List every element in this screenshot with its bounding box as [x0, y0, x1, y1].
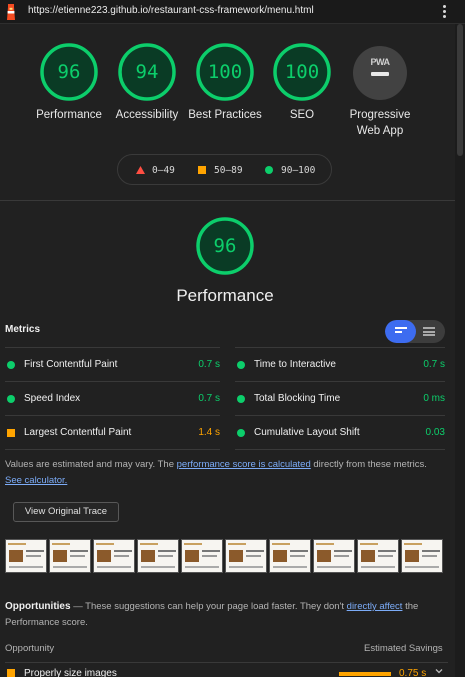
filmstrip-frame: [357, 539, 399, 573]
dash: —: [70, 601, 86, 612]
gauge-score: 100: [207, 61, 243, 83]
pass-circle-icon: [7, 395, 15, 403]
pass-circle-icon: [237, 395, 245, 403]
filmstrip-frame: [5, 539, 47, 573]
url-bar: https://etienne223.github.io/restaurant-…: [0, 0, 465, 24]
filmstrip-frame: [181, 539, 223, 573]
more-options-icon[interactable]: [439, 3, 449, 21]
pass-circle-icon: [7, 361, 15, 369]
metric-name: Speed Index: [24, 393, 81, 404]
metric-item: Speed Index 0.7 s: [5, 382, 220, 416]
average-square-icon: [7, 669, 15, 677]
scrollbar[interactable]: [455, 24, 465, 677]
metrics-view-toggle[interactable]: [385, 320, 445, 343]
page-url[interactable]: https://etienne223.github.io/restaurant-…: [28, 5, 314, 16]
legend-pass: 90–100: [281, 165, 316, 176]
metric-value: 0 ms: [423, 393, 445, 404]
lighthouse-icon: [7, 4, 15, 20]
metric-value: 0.7 s: [198, 393, 220, 404]
opportunity-savings: 0.75 s: [399, 668, 427, 677]
filmstrip-frame: [137, 539, 179, 573]
filmstrip-frame: [401, 539, 443, 573]
score-legend: 0–49 50–89 90–100: [117, 154, 332, 185]
filmstrip-frame: [93, 539, 135, 573]
fail-triangle-icon: [136, 166, 145, 174]
opportunities-title: Opportunities: [5, 601, 71, 612]
metric-name: First Contentful Paint: [24, 359, 118, 370]
metric-item: Time to Interactive 0.7 s: [235, 348, 445, 382]
metric-value: 0.7 s: [198, 359, 220, 370]
summary-view-icon[interactable]: [395, 327, 407, 336]
opportunity-row[interactable]: Properly size images 0.75 s: [5, 662, 448, 677]
see-calculator-link[interactable]: See calculator.: [5, 475, 67, 486]
note-text: directly from these metrics.: [310, 459, 427, 470]
metric-divider: [5, 449, 220, 450]
metric-value: 0.03: [425, 427, 445, 438]
metric-item: Largest Contentful Paint 1.4 s: [5, 416, 220, 450]
metric-name: Cumulative Layout Shift: [254, 427, 360, 438]
filmstrip-frame: [313, 539, 355, 573]
expanded-view-icon[interactable]: [423, 327, 435, 336]
note-text: Values are estimated and may vary. The: [5, 459, 177, 470]
gauge-label: SEO: [289, 109, 315, 121]
metric-name: Total Blocking Time: [254, 393, 341, 404]
savings-bar: [339, 672, 391, 676]
filmstrip-frame: [225, 539, 267, 573]
metric-value: 0.7 s: [423, 359, 445, 370]
gauge-label: Best Practices: [188, 109, 262, 121]
metric-item: Cumulative Layout Shift 0.03: [235, 416, 445, 450]
metric-value: 1.4 s: [198, 427, 220, 438]
filmstrip-frame: [269, 539, 311, 573]
gauge-score: 94: [135, 61, 159, 83]
opportunity-name: Properly size images: [24, 668, 117, 677]
gauge-score: 100: [284, 61, 320, 83]
gauge-label: Progressive Web App: [349, 109, 411, 137]
savings-column-header: Estimated Savings: [364, 643, 443, 654]
section-divider: [0, 200, 455, 201]
pass-circle-icon: [237, 429, 245, 437]
gauge-label: Accessibility: [115, 109, 179, 121]
directly-affect-link[interactable]: directly affect: [347, 601, 403, 612]
opportunity-column-header: Opportunity: [5, 643, 55, 654]
opportunities-header: Opportunities — These suggestions can he…: [5, 599, 450, 631]
gauge-accessibility[interactable]: 94: [117, 42, 177, 102]
metric-item: Total Blocking Time 0 ms: [235, 382, 445, 416]
gauge-score: 96: [57, 61, 81, 83]
filmstrip: [5, 539, 448, 573]
scrollbar-thumb[interactable]: [457, 24, 463, 156]
average-square-icon: [198, 166, 206, 174]
performance-score: 96: [213, 235, 237, 257]
legend-fail: 0–49: [152, 165, 175, 176]
metrics-title: Metrics: [5, 324, 41, 335]
filmstrip-frame: [49, 539, 91, 573]
gauge-best-practices[interactable]: 100: [195, 42, 255, 102]
metric-item: First Contentful Paint 0.7 s: [5, 348, 220, 382]
legend-average: 50–89: [214, 165, 243, 176]
chevron-down-icon[interactable]: [434, 666, 444, 676]
performance-title: Performance: [176, 286, 274, 305]
pass-circle-icon: [265, 166, 273, 174]
opportunities-desc: These suggestions can help your page loa…: [85, 601, 347, 612]
gauge-label: Performance: [36, 109, 102, 121]
metrics-note: Values are estimated and may vary. The p…: [5, 457, 445, 489]
average-square-icon: [7, 429, 15, 437]
gauge-performance[interactable]: 96: [39, 42, 99, 102]
view-original-trace-button[interactable]: View Original Trace: [13, 502, 119, 522]
performance-gauge: 96: [195, 216, 255, 276]
metric-name: Time to Interactive: [254, 359, 336, 370]
pwa-badge-text: PWA: [370, 57, 390, 67]
pwa-dash-icon: [371, 72, 389, 76]
metric-name: Largest Contentful Paint: [24, 427, 132, 438]
metric-divider: [235, 449, 445, 450]
score-calculated-link[interactable]: performance score is calculated: [177, 459, 311, 470]
pass-circle-icon: [237, 361, 245, 369]
pwa-badge[interactable]: PWA: [353, 46, 407, 100]
gauge-seo[interactable]: 100: [272, 42, 332, 102]
